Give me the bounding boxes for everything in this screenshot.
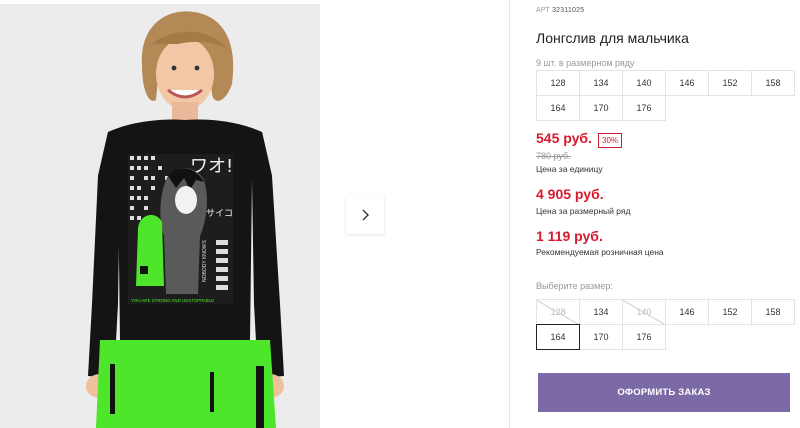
size-range-cell: 134 [579, 70, 623, 96]
size-range-cell: 128 [536, 70, 580, 96]
discount-badge: 30% [598, 133, 623, 148]
size-option-146[interactable]: 146 [665, 299, 709, 325]
product-info: АРТ 32311025 Лонгслив для мальчика 9 шт.… [536, 0, 796, 428]
product-page: ワオ! サイコ NOBODY KNOWS YOU ARE STRONG AND … [0, 0, 800, 428]
product-title: Лонгслив для мальчика [536, 30, 689, 46]
shirt-slogan: YOU ARE STRONG AND UNSTOPPABLE [131, 298, 214, 303]
product-gallery: ワオ! サイコ NOBODY KNOWS YOU ARE STRONG AND … [0, 0, 510, 428]
article-value: 32311025 [552, 7, 585, 14]
size-range-cell: 152 [708, 70, 752, 96]
size-option-176[interactable]: 176 [622, 324, 666, 350]
shirt-katakana-side: サイコ [206, 208, 233, 219]
size-range-cell: 158 [751, 70, 795, 96]
article-number: АРТ 32311025 [536, 7, 584, 14]
size-range-cell: 146 [665, 70, 709, 96]
size-option-134[interactable]: 134 [579, 299, 623, 325]
range-price-caption: Цена за размерный ряд [536, 206, 631, 216]
size-range-cell: 176 [622, 95, 666, 121]
size-range-grid: 128 134 140 146 152 158 164 170 176 [536, 70, 795, 121]
shirt-side-text: NOBODY KNOWS [202, 239, 208, 282]
boy-in-longsleeve-image: ワオ! サイコ NOBODY KNOWS YOU ARE STRONG AND … [0, 4, 320, 428]
price-per-unit: 545 руб. [536, 130, 592, 146]
size-range-cell: 170 [579, 95, 623, 121]
retail-price: 1 119 руб. [536, 228, 603, 244]
choose-size-label: Выберите размер: [536, 281, 613, 291]
next-image-button[interactable] [346, 196, 384, 234]
size-selector: 128 134 140 146 152 158 164 170 176 [536, 299, 795, 350]
old-price: 780 руб. [536, 151, 571, 161]
size-range-cell: 164 [536, 95, 580, 121]
place-order-button[interactable]: ОФОРМИТЬ ЗАКАЗ [538, 373, 790, 412]
size-option-152[interactable]: 152 [708, 299, 752, 325]
size-option-170[interactable]: 170 [579, 324, 623, 350]
size-option-128: 128 [536, 299, 580, 325]
article-label: АРТ [536, 7, 550, 14]
retail-price-caption: Рекомендуемая розничная цена [536, 247, 664, 257]
product-photo: ワオ! サイコ NOBODY KNOWS YOU ARE STRONG AND … [0, 4, 320, 428]
chevron-right-icon [362, 209, 369, 221]
unit-price-caption: Цена за единицу [536, 164, 603, 174]
size-range-note: 9 шт. в размерном ряду [536, 58, 635, 68]
shirt-katakana-title: ワオ! [190, 156, 233, 177]
size-option-140: 140 [622, 299, 666, 325]
size-range-cell: 140 [622, 70, 666, 96]
size-option-158[interactable]: 158 [751, 299, 795, 325]
range-price: 4 905 руб. [536, 186, 604, 202]
size-option-164[interactable]: 164 [536, 324, 580, 350]
